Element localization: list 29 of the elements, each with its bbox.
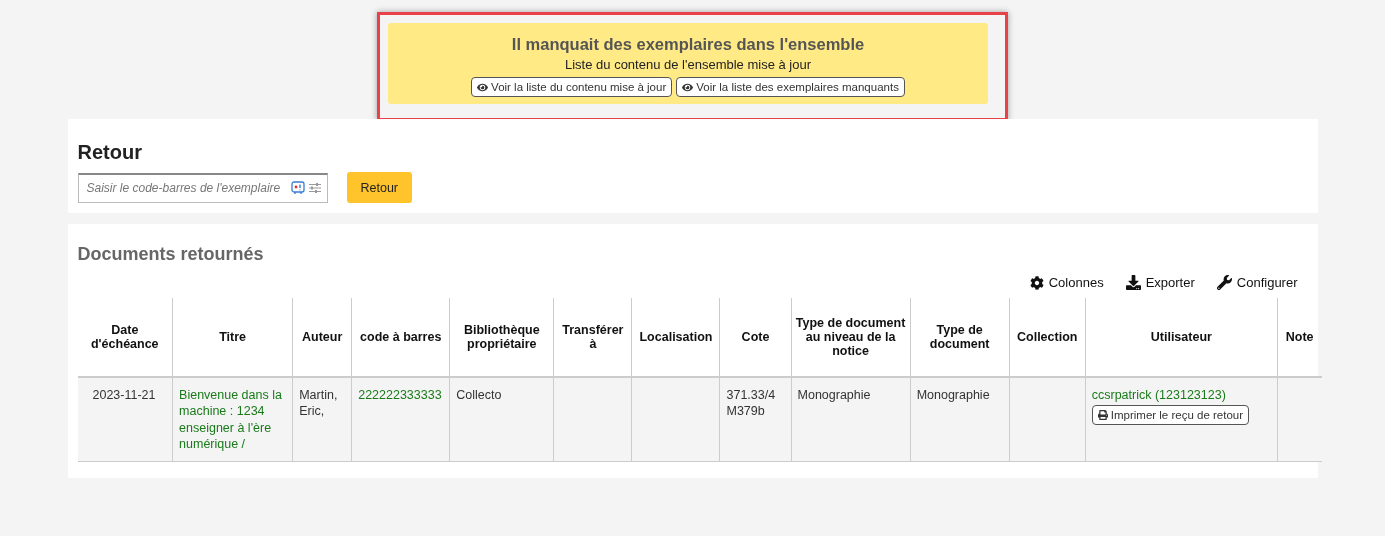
checkin-title: Retour bbox=[77, 141, 143, 164]
table-cell: Collecto bbox=[449, 377, 554, 462]
wrench-icon bbox=[1216, 275, 1232, 290]
toolbar-link[interactable]: Colonnes bbox=[1029, 275, 1104, 290]
print-receipt-button[interactable]: Imprimer le reçu de retour bbox=[1091, 405, 1250, 426]
alert-message: Liste du contenu de l'ensemble mise à jour bbox=[565, 57, 811, 72]
returned-title: Documents retournés bbox=[77, 244, 265, 265]
keyboard-alert-icon bbox=[290, 181, 305, 195]
checkin-button[interactable]: Retour bbox=[346, 172, 413, 203]
table-cell: Monographie bbox=[910, 377, 1010, 462]
print-icon bbox=[1097, 410, 1108, 421]
gear-icon bbox=[1029, 275, 1044, 290]
table-link[interactable]: Bienvenue dans la machine : 1234 enseigner à l'ère numérique / bbox=[179, 387, 287, 452]
sliders-icon bbox=[308, 182, 321, 194]
table-cell: 2023-11-21 bbox=[77, 377, 173, 462]
view-list-button[interactable]: Voir la liste du contenu mise à jour bbox=[471, 77, 673, 97]
table-cell: 371.33/4 M379b bbox=[720, 377, 792, 462]
table-cell: Martin, Eric, bbox=[292, 377, 352, 462]
view-list-button[interactable]: Voir la liste des exemplaires manquants bbox=[676, 77, 905, 97]
table-link[interactable]: 222222333333 bbox=[358, 387, 444, 404]
barcode-field[interactable]: Saisir le code-barres de l'exemplaire bbox=[77, 172, 328, 203]
eye-icon bbox=[682, 81, 694, 93]
alert-title: Il manquait des exemplaires dans l'ensemble bbox=[511, 35, 865, 54]
eye-icon bbox=[477, 81, 489, 93]
toolbar-link[interactable]: Exporter bbox=[1125, 275, 1195, 290]
user-link[interactable]: ccsrpatrick (123123123) bbox=[1091, 387, 1226, 404]
toolbar-link[interactable]: Configurer bbox=[1216, 275, 1298, 290]
table-cell: Monographie bbox=[791, 377, 911, 462]
download-icon bbox=[1125, 275, 1141, 290]
